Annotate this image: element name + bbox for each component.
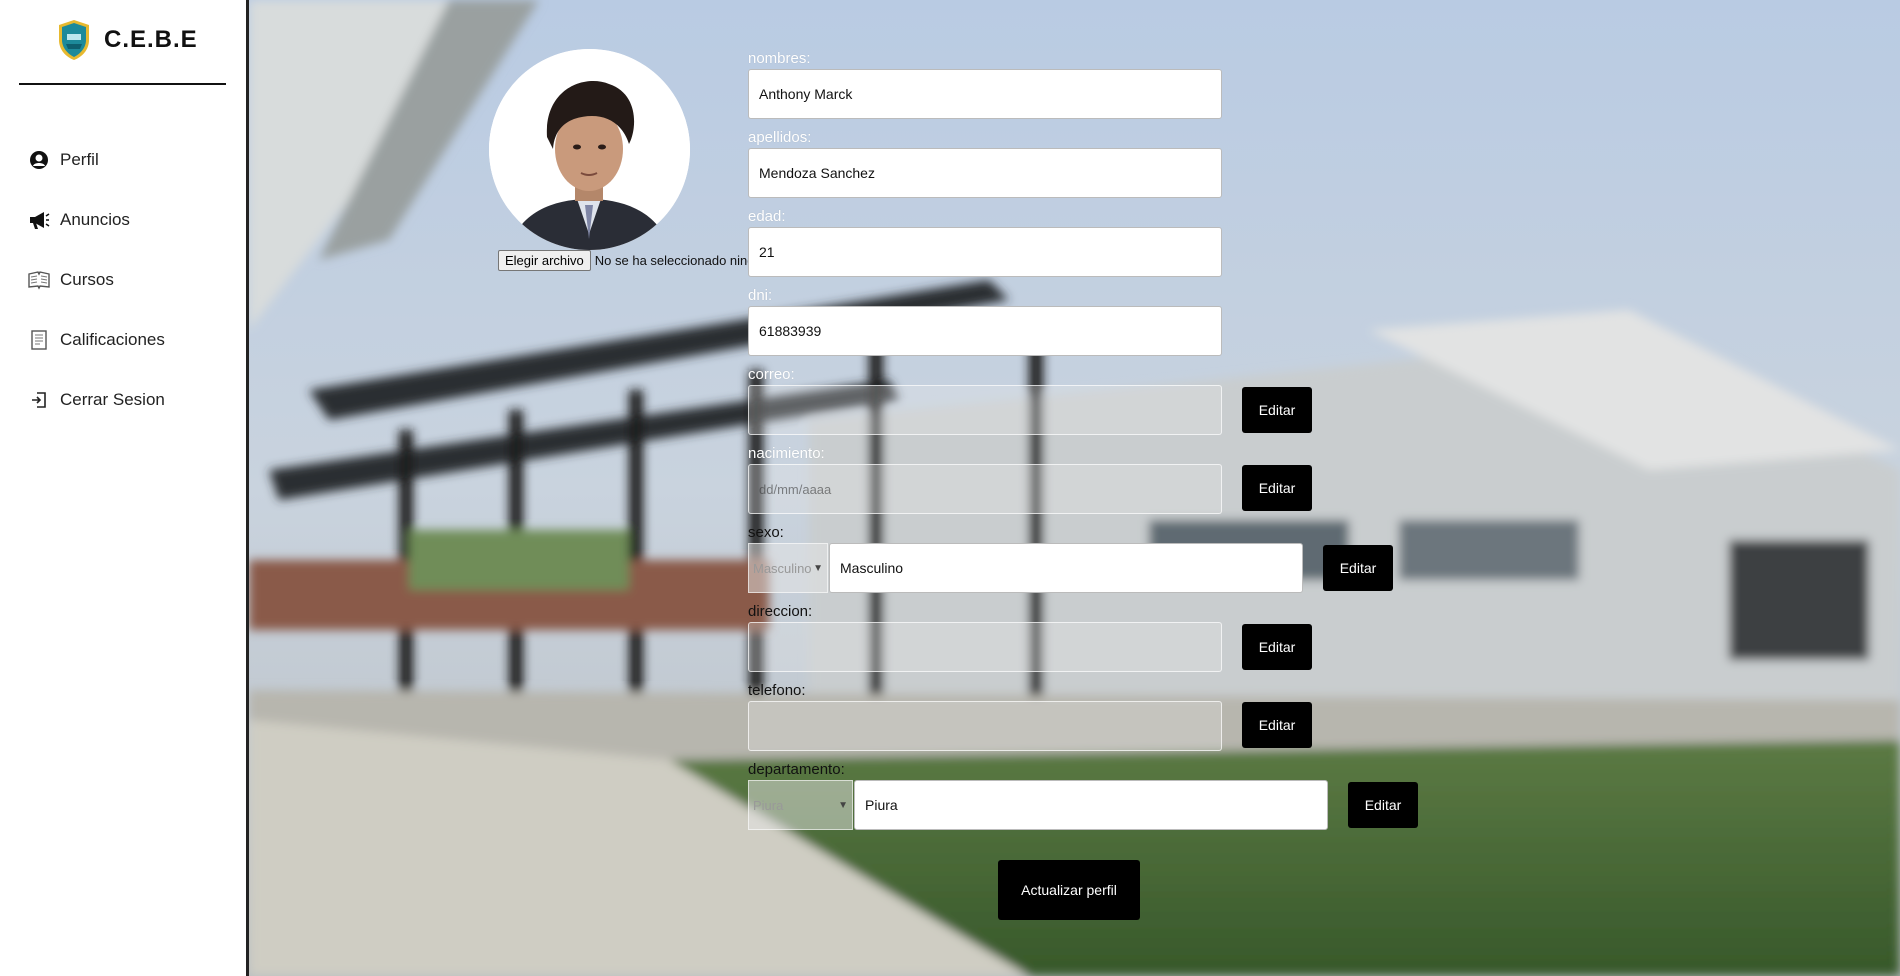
sexo-select-value: Masculino: [753, 560, 812, 576]
brand-name: C.E.B.E: [104, 26, 198, 53]
divider: [19, 83, 226, 85]
departamento-select-value: Piura: [753, 797, 784, 813]
megaphone-icon: [28, 209, 50, 231]
chevron-down-icon: ▼: [813, 562, 823, 574]
brand: C.E.B.E: [56, 18, 198, 62]
label-departamento: departamento:: [748, 761, 845, 778]
label-correo: correo:: [748, 366, 795, 383]
sidebar-item-perfil[interactable]: Perfil: [28, 130, 165, 190]
profile-photo: [489, 49, 690, 250]
sexo-select[interactable]: Masculino ▼: [748, 543, 828, 593]
sidebar-item-label: Cursos: [60, 270, 114, 289]
document-icon: [28, 329, 50, 351]
logout-icon: [28, 389, 50, 411]
sidebar-item-calificaciones[interactable]: Calificaciones: [28, 310, 165, 370]
sidebar-item-cerrar-sesion[interactable]: Cerrar Sesion: [28, 370, 165, 430]
departamento-select[interactable]: Piura ▼: [748, 780, 853, 830]
label-telefono: telefono:: [748, 682, 806, 699]
telefono-input[interactable]: [748, 701, 1222, 751]
edit-direccion-button[interactable]: Editar: [1242, 624, 1312, 670]
shield-logo-icon: [59, 20, 89, 60]
sidebar-item-label: Anuncios: [60, 210, 130, 229]
edit-correo-button[interactable]: Editar: [1242, 387, 1312, 433]
sidebar: C.E.B.E Perfil Anuncios Cursos Calificac…: [0, 0, 246, 976]
edad-input[interactable]: 21: [748, 227, 1222, 277]
edit-nacimiento-button[interactable]: Editar: [1242, 465, 1312, 511]
label-direccion: direccion:: [748, 603, 813, 620]
sidebar-item-label: Calificaciones: [60, 330, 165, 349]
edit-departamento-button[interactable]: Editar: [1348, 782, 1418, 828]
label-dni: dni:: [748, 287, 773, 304]
label-edad: edad:: [748, 208, 786, 225]
label-nombres: nombres:: [748, 50, 811, 67]
nombres-input[interactable]: Anthony Marck: [748, 69, 1222, 119]
sexo-input[interactable]: Masculino: [829, 543, 1303, 593]
sidebar-item-label: Cerrar Sesion: [60, 390, 165, 409]
direccion-input[interactable]: [748, 622, 1222, 672]
apellidos-input[interactable]: Mendoza Sanchez: [748, 148, 1222, 198]
sidebar-nav: Perfil Anuncios Cursos Calificaciones Ce…: [28, 130, 165, 430]
file-upload: Elegir archivo No se ha seleccionado nin…: [498, 250, 748, 271]
nacimiento-input[interactable]: dd/mm/aaaa: [748, 464, 1222, 514]
file-status: No se ha seleccionado ningún archivo: [594, 253, 748, 268]
label-nacimiento: nacimiento:: [748, 445, 825, 462]
avatar: [489, 49, 690, 250]
departamento-input[interactable]: Piura: [854, 780, 1328, 830]
choose-file-button[interactable]: Elegir archivo: [498, 250, 591, 271]
label-apellidos: apellidos:: [748, 129, 812, 146]
open-book-icon: [28, 269, 50, 291]
edit-sexo-button[interactable]: Editar: [1323, 545, 1393, 591]
update-profile-button[interactable]: Actualizar perfil: [998, 860, 1140, 920]
label-sexo: sexo:: [748, 524, 784, 541]
chevron-down-icon: ▼: [838, 799, 848, 811]
dni-input[interactable]: 61883939: [748, 306, 1222, 356]
sidebar-item-cursos[interactable]: Cursos: [28, 250, 165, 310]
edit-telefono-button[interactable]: Editar: [1242, 702, 1312, 748]
sidebar-item-anuncios[interactable]: Anuncios: [28, 190, 165, 250]
sidebar-item-label: Perfil: [60, 150, 99, 169]
user-circle-icon: [28, 149, 50, 171]
correo-input[interactable]: [748, 385, 1222, 435]
